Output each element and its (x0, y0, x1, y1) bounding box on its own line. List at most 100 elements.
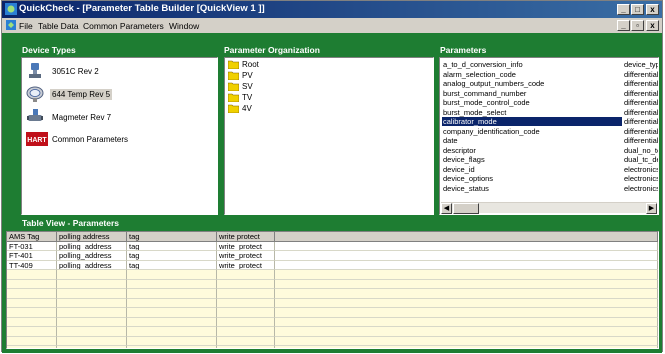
empty-cell[interactable] (127, 298, 217, 308)
device-types-list[interactable]: 3051C Rev 2 644 Temp Rev 5 Magmeter Rev … (21, 57, 218, 215)
column-header[interactable]: AMS Tag (7, 232, 57, 242)
parameter-row[interactable]: analog_output_numbers_code differential_ (442, 79, 658, 88)
empty-cell[interactable] (57, 327, 127, 337)
parameter-row[interactable]: calibrator_mode differential_ (442, 117, 658, 126)
table-cell[interactable]: polling_address (57, 251, 127, 261)
empty-cell[interactable] (275, 308, 658, 318)
parameter-row[interactable]: alarm_selection_code differential_ (442, 70, 658, 79)
empty-cell[interactable] (275, 346, 658, 348)
table-row[interactable] (7, 289, 658, 299)
parameter-row[interactable]: device_status electronics (442, 184, 658, 193)
empty-cell[interactable] (57, 279, 127, 289)
parameter-row[interactable]: burst_mode_control_code differential_ (442, 98, 658, 107)
table-row[interactable] (7, 327, 658, 337)
parameter-row[interactable]: burst_mode_select differential_ (442, 108, 658, 117)
child-close-button[interactable]: x (646, 20, 659, 31)
minimize-button[interactable]: _ (617, 4, 630, 15)
parameters-horizontal-scrollbar[interactable]: ◀ ▶ (441, 202, 657, 214)
empty-cell[interactable] (7, 346, 57, 348)
empty-cell[interactable] (7, 279, 57, 289)
table-cell[interactable] (275, 260, 658, 270)
empty-cell[interactable] (57, 336, 127, 346)
empty-cell[interactable] (57, 289, 127, 299)
parameter-row[interactable]: descriptor dual_no_tc (442, 146, 658, 155)
empty-cell[interactable] (217, 308, 275, 318)
menu-common-parameters[interactable]: Common Parameters (83, 21, 164, 31)
table-cell[interactable] (275, 241, 658, 251)
empty-cell[interactable] (217, 317, 275, 327)
table-row[interactable] (7, 298, 658, 308)
empty-cell[interactable] (7, 327, 57, 337)
table-row[interactable] (7, 308, 658, 318)
table-row[interactable] (7, 336, 658, 346)
empty-cell[interactable] (275, 336, 658, 346)
empty-cell[interactable] (217, 279, 275, 289)
table-cell[interactable]: tag (127, 251, 217, 261)
empty-cell[interactable] (275, 317, 658, 327)
empty-cell[interactable] (7, 336, 57, 346)
table-cell[interactable]: write_protect (217, 260, 275, 270)
column-header[interactable]: tag (127, 232, 217, 242)
column-header[interactable]: polling address (57, 232, 127, 242)
table-row[interactable] (7, 279, 658, 289)
empty-cell[interactable] (57, 270, 127, 280)
empty-cell[interactable] (7, 298, 57, 308)
empty-cell[interactable] (275, 298, 658, 308)
document-icon[interactable] (5, 19, 17, 31)
title-bar[interactable]: QuickCheck - [Parameter Table Builder [Q… (2, 1, 662, 18)
table-cell[interactable]: write_protect (217, 241, 275, 251)
child-minimize-button[interactable]: _ (617, 20, 630, 31)
parameter-row[interactable]: date differential_ (442, 136, 658, 145)
empty-cell[interactable] (127, 346, 217, 348)
menu-table-data[interactable]: Table Data (38, 21, 79, 31)
parameter-organization-tree[interactable]: Root PV SV TV 4V (224, 57, 434, 215)
empty-cell[interactable] (7, 270, 57, 280)
table-view-grid[interactable]: AMS Tag polling address tag write protect FT… (6, 231, 659, 349)
empty-cell[interactable] (275, 270, 658, 280)
empty-cell[interactable] (57, 346, 127, 348)
empty-cell[interactable] (275, 327, 658, 337)
table-cell[interactable]: polling_address (57, 241, 127, 251)
table-cell[interactable] (275, 251, 658, 261)
table-cell[interactable]: FT-031 (7, 241, 57, 251)
empty-cell[interactable] (7, 308, 57, 318)
scrollbar-thumb[interactable] (453, 203, 479, 214)
parameters-list[interactable]: a_to_d_conversion_info device_typ alarm_se… (439, 57, 659, 215)
empty-cell[interactable] (57, 317, 127, 327)
empty-cell[interactable] (127, 308, 217, 318)
column-header[interactable]: write protect (217, 232, 275, 242)
column-header-empty[interactable] (275, 232, 658, 242)
table-cell[interactable]: FT-401 (7, 251, 57, 261)
parameter-row[interactable]: device_flags dual_tc_de (442, 155, 658, 164)
empty-cell[interactable] (275, 279, 658, 289)
empty-cell[interactable] (127, 270, 217, 280)
parameter-row[interactable]: company_identification_code differential_ (442, 127, 658, 136)
table-cell[interactable]: tag (127, 260, 217, 270)
table-cell[interactable]: TT-409 (7, 260, 57, 270)
empty-cell[interactable] (7, 317, 57, 327)
table-row[interactable] (7, 346, 658, 348)
empty-cell[interactable] (217, 270, 275, 280)
table-cell[interactable]: tag (127, 241, 217, 251)
parameter-row[interactable]: a_to_d_conversion_info device_typ (442, 60, 658, 69)
table-row[interactable]: FT-031 polling_address tag write_protect (7, 241, 658, 251)
scroll-left-button[interactable]: ◀ (441, 203, 452, 214)
table-cell[interactable]: write_protect (217, 251, 275, 261)
empty-cell[interactable] (57, 298, 127, 308)
empty-cell[interactable] (275, 289, 658, 299)
empty-cell[interactable] (127, 289, 217, 299)
menu-window[interactable]: Window (169, 21, 199, 31)
parameter-row[interactable]: device_options electronics (442, 174, 658, 183)
empty-cell[interactable] (127, 336, 217, 346)
parameter-row[interactable]: burst_command_number differential_ (442, 89, 658, 98)
empty-cell[interactable] (7, 289, 57, 299)
empty-cell[interactable] (127, 317, 217, 327)
empty-cell[interactable] (217, 298, 275, 308)
menu-file[interactable]: File (19, 21, 33, 31)
parameter-row[interactable]: device_id electronics (442, 165, 658, 174)
empty-cell[interactable] (217, 336, 275, 346)
table-row[interactable]: FT-401 polling_address tag write_protect (7, 251, 658, 261)
table-cell[interactable]: polling_address (57, 260, 127, 270)
empty-cell[interactable] (57, 308, 127, 318)
empty-cell[interactable] (127, 279, 217, 289)
